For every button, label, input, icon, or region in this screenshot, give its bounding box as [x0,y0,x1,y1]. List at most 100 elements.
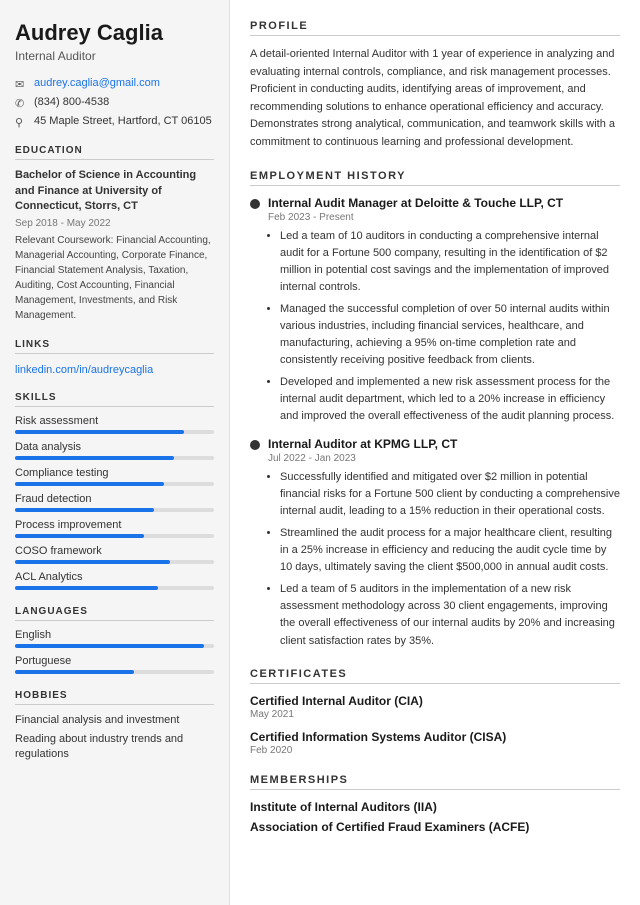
courses-label: Relevant Coursework: [15,235,113,246]
skill-bar-bg [15,586,214,590]
phone-icon: ✆ [15,97,29,110]
job-bullet: Streamlined the audit process for a majo… [280,525,620,576]
language-name: English [15,629,214,641]
memberships-list: Institute of Internal Auditors (IIA) Asso… [250,800,620,834]
skill-name: Compliance testing [15,467,214,479]
candidate-name: Audrey Caglia [15,20,214,46]
skill-bar-bg [15,456,214,460]
job-dot [250,199,260,209]
linkedin-link-container: linkedin.com/in/audreycaglia [15,362,214,376]
job-bullet: Managed the successful completion of ove… [280,301,620,369]
contact-email: ✉ audrey.caglia@gmail.com [15,77,214,91]
certificates-list: Certified Internal Auditor (CIA) May 202… [250,694,620,756]
skill-item: Risk assessment [15,415,214,434]
sidebar: Audrey Caglia Internal Auditor ✉ audrey.… [0,0,230,905]
job-bullet: Successfully identified and mitigated ov… [280,469,620,520]
skills-list: Risk assessment Data analysis Compliance… [15,415,214,590]
edu-degree: Bachelor of Science in Accounting and Fi… [15,168,214,214]
hobbies-list: Financial analysis and investment Reading… [15,713,214,763]
links-section-title: LINKS [15,339,214,354]
lang-bar-fill [15,644,204,648]
contact-phone: ✆ (834) 800-4538 [15,96,214,110]
skill-bar-fill [15,586,158,590]
job-bullet: Led a team of 5 auditors in the implemen… [280,581,620,649]
skill-item: Fraud detection [15,493,214,512]
lang-bar-fill [15,670,134,674]
skill-item: COSO framework [15,545,214,564]
cert-name: Certified Internal Auditor (CIA) [250,694,620,708]
skill-bar-fill [15,456,174,460]
email-link[interactable]: audrey.caglia@gmail.com [34,77,160,89]
lang-bar-bg [15,670,214,674]
skill-name: Fraud detection [15,493,214,505]
skill-bar-fill [15,560,170,564]
main-content: PROFILE A detail-oriented Internal Audit… [230,0,640,905]
profile-section-title: PROFILE [250,20,620,36]
skill-bar-fill [15,482,164,486]
cert-date: Feb 2020 [250,745,620,756]
job-dates: Feb 2023 - Present [268,212,620,223]
hobby-item: Reading about industry trends and regula… [15,732,214,763]
language-item: English [15,629,214,648]
employment-list: Internal Audit Manager at Deloitte & Tou… [250,196,620,650]
job-header: Internal Auditor at KPMG LLP, CT [250,437,620,451]
skill-item: Compliance testing [15,467,214,486]
education-section-title: EDUCATION [15,145,214,160]
languages-list: English Portuguese [15,629,214,674]
memberships-section-title: MEMBERSHIPS [250,774,620,790]
language-name: Portuguese [15,655,214,667]
job-dot [250,440,260,450]
skill-name: ACL Analytics [15,571,214,583]
email-icon: ✉ [15,78,29,91]
candidate-title: Internal Auditor [15,49,214,63]
lang-bar-bg [15,644,214,648]
languages-section-title: LANGUAGES [15,606,214,621]
skill-name: Data analysis [15,441,214,453]
job-bullets: Successfully identified and mitigated ov… [268,469,620,649]
skill-bar-bg [15,430,214,434]
job-dates: Jul 2022 - Jan 2023 [268,453,620,464]
skills-section-title: SKILLS [15,392,214,407]
certificate-entry: Certified Information Systems Auditor (C… [250,730,620,756]
job-title: Internal Audit Manager at Deloitte & Tou… [268,196,563,210]
skill-name: Risk assessment [15,415,214,427]
employment-section-title: EMPLOYMENT HISTORY [250,170,620,186]
job-bullet: Developed and implemented a new risk ass… [280,374,620,425]
cert-date: May 2021 [250,709,620,720]
skill-bar-fill [15,534,144,538]
edu-courses: Relevant Coursework: Financial Accountin… [15,233,214,323]
skill-bar-bg [15,534,214,538]
location-icon: ⚲ [15,116,29,129]
phone-number: (834) 800-4538 [34,96,109,108]
membership-entry: Institute of Internal Auditors (IIA) [250,800,620,814]
address-text: 45 Maple Street, Hartford, CT 06105 [34,115,212,127]
skill-bar-fill [15,508,154,512]
cert-name: Certified Information Systems Auditor (C… [250,730,620,744]
job-entry: Internal Audit Manager at Deloitte & Tou… [250,196,620,426]
job-bullet: Led a team of 10 auditors in conducting … [280,228,620,296]
contact-address: ⚲ 45 Maple Street, Hartford, CT 06105 [15,115,214,129]
skill-name: Process improvement [15,519,214,531]
skill-item: Process improvement [15,519,214,538]
hobbies-section-title: HOBBIES [15,690,214,705]
skill-bar-bg [15,482,214,486]
edu-dates: Sep 2018 - May 2022 [15,218,214,229]
certificates-section-title: CERTIFICATES [250,668,620,684]
skill-item: ACL Analytics [15,571,214,590]
membership-entry: Association of Certified Fraud Examiners… [250,820,620,834]
skill-bar-fill [15,430,184,434]
hobby-item: Financial analysis and investment [15,713,214,728]
courses-text: Financial Accounting, Managerial Account… [15,235,211,321]
linkedin-link[interactable]: linkedin.com/in/audreycaglia [15,364,153,376]
profile-text: A detail-oriented Internal Auditor with … [250,46,620,152]
job-title: Internal Auditor at KPMG LLP, CT [268,437,457,451]
certificate-entry: Certified Internal Auditor (CIA) May 202… [250,694,620,720]
job-bullets: Led a team of 10 auditors in conducting … [268,228,620,426]
job-entry: Internal Auditor at KPMG LLP, CT Jul 202… [250,437,620,649]
skill-item: Data analysis [15,441,214,460]
resume-container: Audrey Caglia Internal Auditor ✉ audrey.… [0,0,640,905]
skill-name: COSO framework [15,545,214,557]
job-header: Internal Audit Manager at Deloitte & Tou… [250,196,620,210]
language-item: Portuguese [15,655,214,674]
skill-bar-bg [15,508,214,512]
